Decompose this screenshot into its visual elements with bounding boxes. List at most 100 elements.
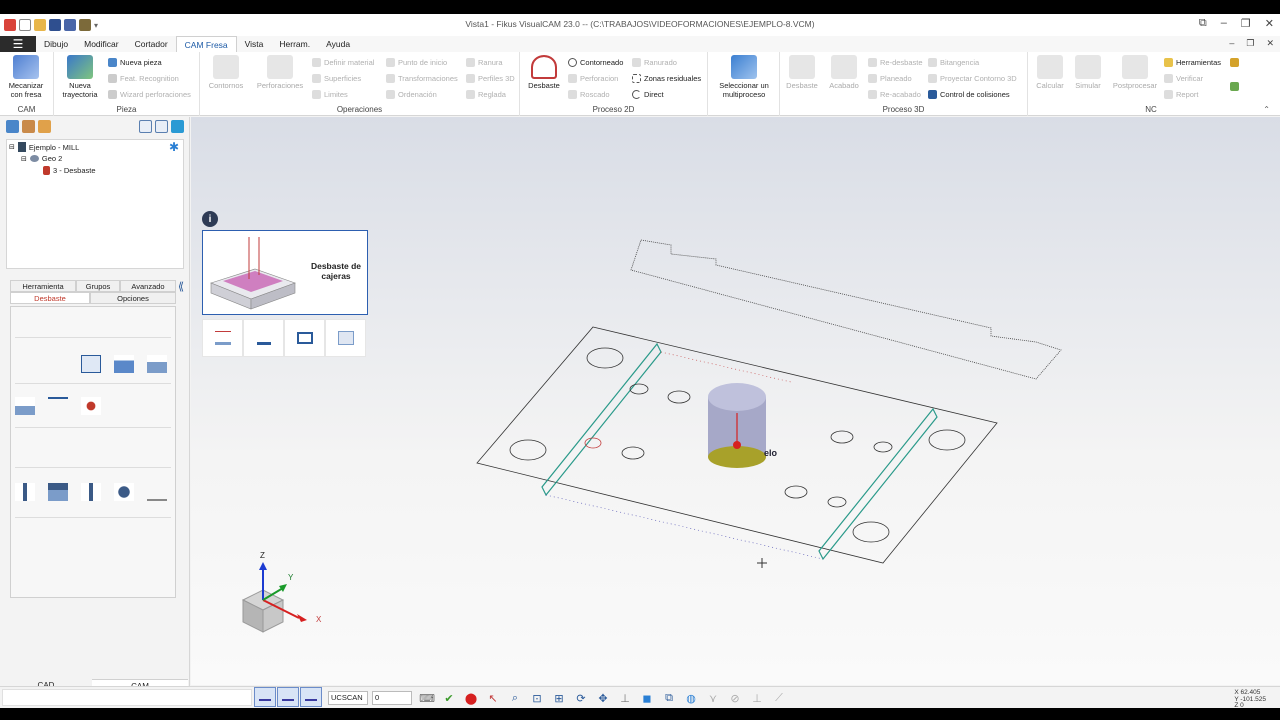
- ucs-value-field[interactable]: 0: [372, 691, 412, 705]
- re-acabado-button[interactable]: Re-acabado: [868, 88, 921, 100]
- tools-view-icon[interactable]: [22, 120, 35, 133]
- tab-cortador[interactable]: Cortador: [127, 36, 176, 52]
- nueva-pieza-button[interactable]: Nueva pieza: [108, 56, 162, 68]
- ranurado-button[interactable]: Ranurado: [632, 56, 677, 68]
- tool-path-icon[interactable]: [147, 483, 167, 501]
- measure-icon[interactable]: ⊘: [728, 691, 742, 705]
- qat-dropdown-icon[interactable]: ▾: [94, 21, 98, 30]
- tool-flat-icon[interactable]: [15, 483, 35, 501]
- snap-mode-2-icon[interactable]: [277, 687, 299, 707]
- tab-opciones[interactable]: Opciones: [90, 292, 176, 304]
- transformaciones-button[interactable]: Transformaciones: [386, 72, 458, 84]
- new-file-icon[interactable]: [19, 19, 31, 31]
- delete-all-icon[interactable]: [155, 120, 168, 133]
- contorneado-button[interactable]: Contorneado: [568, 56, 623, 68]
- stop-icon[interactable]: ⬤: [464, 691, 478, 705]
- levels-icon[interactable]: [147, 355, 167, 373]
- tab-cam-fresa[interactable]: CAM Fresa: [175, 36, 237, 52]
- collapse-panel-icon[interactable]: ⟪: [178, 280, 184, 293]
- ordenacion-button[interactable]: Ordenación: [386, 88, 437, 100]
- tab-vista[interactable]: Vista: [237, 36, 272, 52]
- line-tool-icon[interactable]: ⟋: [772, 691, 786, 705]
- pin-icon[interactable]: ✱: [169, 140, 179, 154]
- snap-mode-1-icon[interactable]: [254, 687, 276, 707]
- save-all-icon[interactable]: [64, 19, 76, 31]
- ucs-select[interactable]: UCSCAN: [328, 691, 368, 705]
- tool-bull-icon[interactable]: [48, 483, 68, 501]
- bitangencia-button[interactable]: Bitangencia: [928, 56, 979, 68]
- step-down-icon[interactable]: [114, 355, 134, 373]
- tab-herramienta[interactable]: Herramienta: [10, 280, 76, 292]
- user-settings-icon[interactable]: [1230, 82, 1239, 91]
- tab-modificar[interactable]: Modificar: [76, 36, 126, 52]
- open-folder-icon[interactable]: [34, 19, 46, 31]
- herramientas-button[interactable]: Herramientas: [1164, 56, 1221, 68]
- verificar-button[interactable]: Verificar: [1164, 72, 1203, 84]
- collapse-toggle-icon[interactable]: ⊟: [21, 155, 27, 163]
- perforaciones-button[interactable]: Perforaciones: [254, 55, 306, 90]
- perforacion-button[interactable]: Perforacion: [568, 72, 618, 84]
- lock-icon[interactable]: [1230, 58, 1239, 67]
- tree-geo[interactable]: ⊟ Geo 2: [21, 154, 62, 163]
- postprocesar-button[interactable]: Postprocesar: [1110, 55, 1160, 90]
- zoom-window-icon[interactable]: ⊡: [530, 691, 544, 705]
- machine-view-icon[interactable]: [38, 120, 51, 133]
- doc-restore-button[interactable]: ❐: [1246, 38, 1254, 49]
- report-button[interactable]: Report: [1164, 88, 1199, 100]
- tree-root[interactable]: ⊟ Ejemplo - MILL: [9, 142, 79, 152]
- entry-plunge-icon[interactable]: [15, 397, 35, 415]
- limites-button[interactable]: Limites: [312, 88, 348, 100]
- select-cursor-icon[interactable]: ↖: [486, 691, 500, 705]
- reglada-button[interactable]: Reglada: [466, 88, 506, 100]
- expand-icon[interactable]: [171, 120, 184, 133]
- direct-button[interactable]: Direct: [632, 88, 664, 100]
- tab-avanzado[interactable]: Avanzado: [120, 280, 176, 292]
- doc-minimize-button[interactable]: –: [1229, 38, 1234, 49]
- feat-recognition-button[interactable]: Feat. Recognition: [108, 72, 179, 84]
- zoom-icon[interactable]: ⌕: [508, 691, 522, 705]
- maximize-button[interactable]: ❐: [1241, 17, 1251, 30]
- definir-material-button[interactable]: Definir material: [312, 56, 374, 68]
- restore-layout-icon[interactable]: ⧉: [1199, 17, 1207, 30]
- tree-op-desbaste[interactable]: 3 - Desbaste: [43, 166, 96, 175]
- shaded-view-icon[interactable]: ◼: [640, 691, 654, 705]
- close-button[interactable]: ✕: [1265, 17, 1274, 30]
- minimize-button[interactable]: –: [1221, 17, 1227, 30]
- ranura-button[interactable]: Ranura: [466, 56, 503, 68]
- tool-ball-icon[interactable]: [81, 483, 101, 501]
- display-mode-icon[interactable]: ⧉: [662, 691, 676, 705]
- confirm-icon[interactable]: ✔: [442, 691, 456, 705]
- command-input[interactable]: [2, 689, 252, 706]
- filter-icon[interactable]: ⋎: [706, 691, 720, 705]
- snap-mode-3-icon[interactable]: [300, 687, 322, 707]
- tab-ayuda[interactable]: Ayuda: [318, 36, 358, 52]
- doc-close-button[interactable]: ✕: [1266, 38, 1274, 49]
- tab-desbaste[interactable]: Desbaste: [10, 292, 90, 304]
- tab-dibujo[interactable]: Dibujo: [36, 36, 76, 52]
- sphere-icon[interactable]: ◍: [684, 691, 698, 705]
- nueva-trayectoria-button[interactable]: Nueva trayectoria: [58, 55, 102, 99]
- mecanizar-con-fresa-button[interactable]: Mecanizar con fresa: [4, 55, 48, 99]
- delete-item-icon[interactable]: [139, 120, 152, 133]
- seleccionar-multiproceso-button[interactable]: Seleccionar un multiproceso: [712, 55, 776, 99]
- link-moves-icon[interactable]: [48, 397, 68, 415]
- desbaste-3d-button[interactable]: Desbaste: [780, 55, 824, 90]
- collapse-ribbon-icon[interactable]: ⌃: [1263, 105, 1270, 114]
- collapse-toggle-icon[interactable]: ⊟: [9, 143, 15, 151]
- 3d-viewport[interactable]: i Desbaste de cajeras elo Z Y X: [191, 117, 1280, 685]
- save-icon[interactable]: [49, 19, 61, 31]
- roscado-button[interactable]: Roscado: [568, 88, 610, 100]
- simular-button[interactable]: Simular: [1066, 55, 1110, 90]
- hamburger-menu-icon[interactable]: ☰: [0, 36, 36, 52]
- tab-grupos[interactable]: Grupos: [76, 280, 120, 292]
- dimension-icon[interactable]: ⊥: [750, 691, 764, 705]
- proyectar-contorno-button[interactable]: Proyectar Contorno 3D: [928, 72, 1017, 84]
- tool-tapered-icon[interactable]: [114, 483, 134, 501]
- axis-view-icon[interactable]: ⊥: [618, 691, 632, 705]
- rotate-view-icon[interactable]: ⟳: [574, 691, 588, 705]
- re-desbaste-button[interactable]: Re-desbaste: [868, 56, 923, 68]
- desbaste-2d-button[interactable]: Desbaste: [522, 55, 566, 90]
- zoom-extents-icon[interactable]: ⊞: [552, 691, 566, 705]
- planeado-button[interactable]: Planeado: [868, 72, 912, 84]
- contornos-button[interactable]: Contornos: [204, 55, 248, 90]
